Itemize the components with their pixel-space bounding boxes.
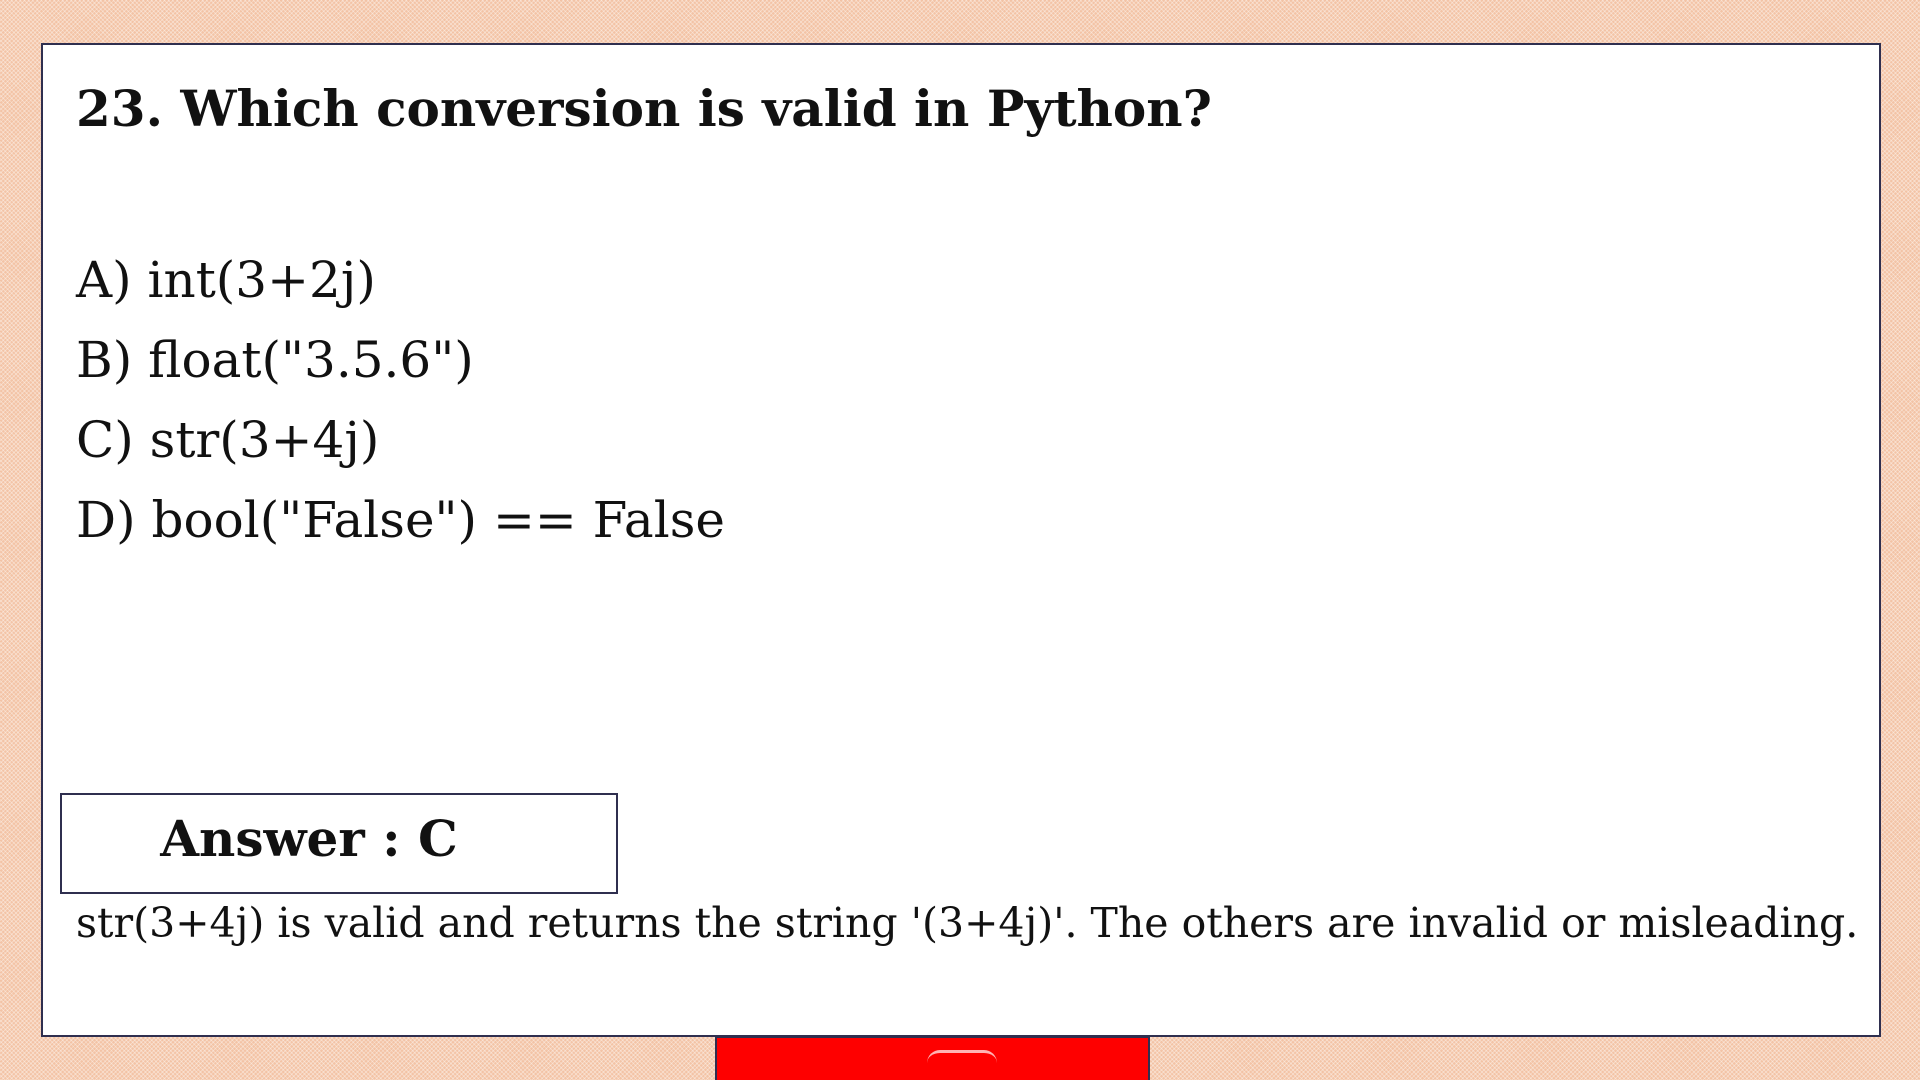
red-banner (715, 1036, 1150, 1080)
option-b: B) float("3.5.6") (76, 331, 474, 389)
explanation-text: str(3+4j) is valid and returns the strin… (76, 899, 1859, 947)
options-list: A) int(3+2j) B) float("3.5.6") C) str(3+… (76, 240, 725, 560)
option-c: C) str(3+4j) (76, 411, 380, 469)
question-title: 23. Which conversion is valid in Python? (76, 79, 1212, 138)
answer-box: Answer : C (60, 793, 618, 894)
option-d: D) bool("False") == False (76, 491, 725, 549)
banner-partial-glyph (927, 1050, 997, 1063)
answer-label: Answer : C (160, 809, 458, 868)
option-a: A) int(3+2j) (76, 251, 376, 309)
slide-card: 23. Which conversion is valid in Python?… (41, 43, 1881, 1037)
